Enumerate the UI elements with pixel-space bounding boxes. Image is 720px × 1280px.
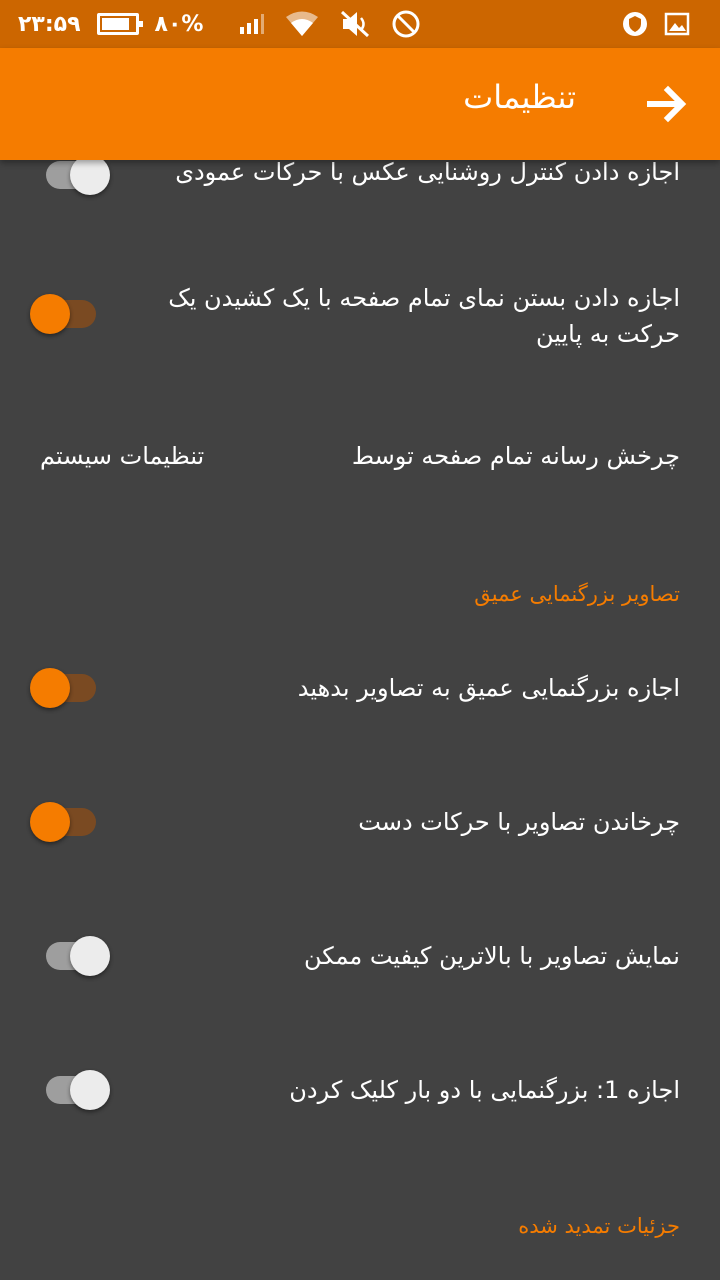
status-time: ۲۳:۵۹ bbox=[18, 11, 81, 37]
setting-label: اجازه دادن بستن نمای تمام صفحه با یک کشی… bbox=[168, 284, 680, 348]
setting-label: اجازه 1: بزرگنمایی با دو بار کلیک کردن bbox=[289, 1076, 680, 1104]
setting-swipe-close[interactable]: اجازه دادن بستن نمای تمام صفحه با یک کشی… bbox=[0, 260, 720, 370]
setting-double-tap-zoom[interactable]: اجازه 1: بزرگنمایی با دو بار کلیک کردن bbox=[0, 1052, 720, 1128]
settings-list: اجازه دادن کنترل روشنایی عکس با حرکات عم… bbox=[0, 155, 720, 1280]
mute-icon bbox=[341, 10, 370, 38]
status-bar-left: ۲۳:۵۹ ۸۰% bbox=[18, 12, 219, 37]
setting-deep-zoom[interactable]: اجازه بزرگنمایی عمیق به تصاویر بدهید bbox=[0, 650, 720, 726]
switch-thumb bbox=[30, 802, 70, 842]
setting-rotation[interactable]: چرخش رسانه تمام صفحه توسط تنظیمات سیستم bbox=[0, 420, 720, 500]
highest-quality-switch[interactable] bbox=[30, 934, 112, 978]
setting-label: چرخش رسانه تمام صفحه توسط bbox=[351, 442, 680, 470]
dnd-icon bbox=[392, 10, 420, 38]
status-bar-right bbox=[219, 9, 421, 39]
arrow-forward-icon[interactable] bbox=[646, 82, 690, 126]
setting-label: چرخاندن تصاویر با حرکات دست bbox=[358, 808, 680, 836]
wifi-icon bbox=[286, 11, 319, 36]
status-bar-notifications bbox=[622, 11, 706, 37]
swipe-close-switch[interactable] bbox=[30, 292, 112, 336]
signal-icon bbox=[240, 14, 265, 34]
battery-icon bbox=[96, 13, 143, 35]
setting-label: نمایش تصاویر با بالاترین کیفیت ممکن bbox=[303, 942, 680, 970]
vpn-shield-icon bbox=[623, 12, 647, 36]
switch-thumb bbox=[70, 155, 110, 195]
switch-thumb bbox=[70, 1070, 110, 1110]
double-tap-zoom-switch[interactable] bbox=[30, 1068, 112, 1112]
page-title: تنظیمات bbox=[463, 78, 576, 116]
setting-highest-quality[interactable]: نمایش تصاویر با بالاترین کیفیت ممکن bbox=[0, 918, 720, 994]
setting-rotate-gestures[interactable]: چرخاندن تصاویر با حرکات دست bbox=[0, 784, 720, 860]
toolbar: تنظیمات bbox=[0, 48, 720, 160]
switch-thumb bbox=[30, 668, 70, 708]
setting-value: تنظیمات سیستم bbox=[40, 442, 205, 470]
section-deep-zoom: تصاویر بزرگنمایی عمیق bbox=[0, 578, 720, 618]
deep-zoom-switch[interactable] bbox=[30, 666, 112, 710]
setting-label: اجازه بزرگنمایی عمیق به تصاویر بدهید bbox=[297, 674, 680, 702]
section-header: تصاویر بزرگنمایی عمیق bbox=[474, 582, 680, 606]
switch-thumb bbox=[30, 294, 70, 334]
battery-percent: ۸۰% bbox=[154, 11, 204, 37]
rotate-gestures-switch[interactable] bbox=[30, 800, 112, 844]
status-bar: ۲۳:۵۹ ۸۰% bbox=[0, 0, 720, 48]
switch-thumb bbox=[70, 936, 110, 976]
gallery-icon bbox=[664, 12, 690, 36]
section-header: جزئیات تمدید شده bbox=[518, 1214, 680, 1238]
section-extended-details: جزئیات تمدید شده bbox=[0, 1210, 720, 1250]
